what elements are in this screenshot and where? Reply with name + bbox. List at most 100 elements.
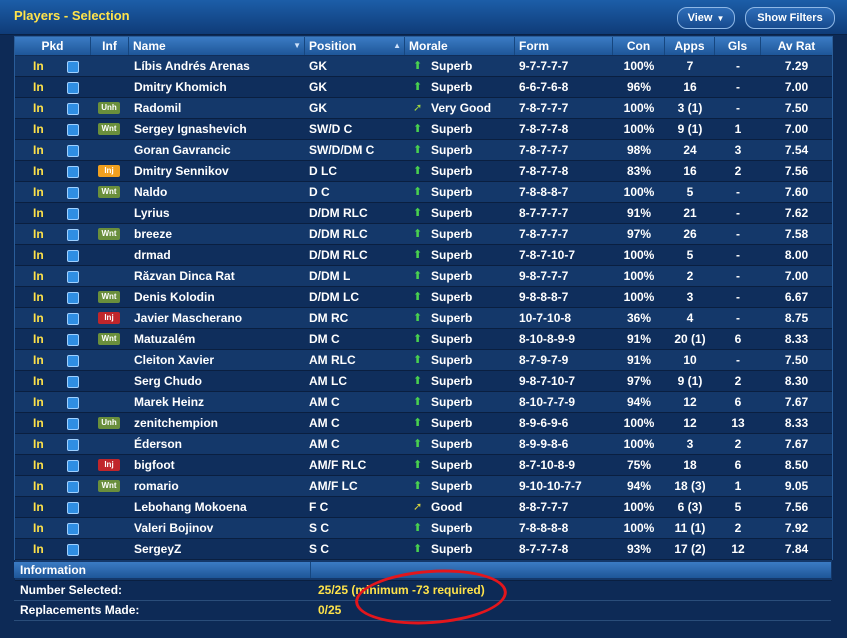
player-name[interactable]: Valeri Bojinov [134,518,213,538]
picked-status[interactable]: In [33,98,44,118]
selection-checkbox[interactable] [67,355,79,367]
picked-status[interactable]: In [33,518,44,538]
table-row[interactable]: In Líbis Andrés Arenas GK ⬆ Superb 9-7-7-7-7 1… [15,56,832,77]
table-row[interactable]: In Serg Chudo AM LC ⬆ Superb 9-8-7-10-7 97% 9 (… [15,371,832,392]
selection-checkbox[interactable] [67,61,79,73]
player-name[interactable]: Líbis Andrés Arenas [134,56,250,76]
table-row[interactable]: In Valeri Bojinov S C ⬆ Superb 7-8-8-8-8 100% 1… [15,518,832,539]
picked-status[interactable]: In [33,350,44,370]
view-button[interactable]: View ▼ [677,7,735,29]
player-name[interactable]: Lebohang Mokoena [134,497,247,517]
picked-status[interactable]: In [33,497,44,517]
picked-status[interactable]: In [33,245,44,265]
show-filters-button[interactable]: Show Filters [745,7,835,29]
selection-checkbox[interactable] [67,313,79,325]
player-name[interactable]: drmad [134,245,171,265]
selection-checkbox[interactable] [67,208,79,220]
picked-status[interactable]: In [33,287,44,307]
table-row[interactable]: In Inj Dmitry Sennikov D LC ⬆ Superb 7-8-7-7-8… [15,161,832,182]
picked-status[interactable]: In [33,266,44,286]
info-badge[interactable]: Inj [98,165,120,177]
col-apps[interactable]: Apps [665,37,715,55]
player-name[interactable]: bigfoot [134,455,175,475]
selection-checkbox[interactable] [67,124,79,136]
picked-status[interactable]: In [33,224,44,244]
table-row[interactable]: In Goran Gavrancic SW/D/DM C ⬆ Superb 7-8-7-7… [15,140,832,161]
selection-checkbox[interactable] [67,439,79,451]
table-row[interactable]: In Wnt Denis Kolodin D/DM LC ⬆ Superb 9-8-8-8-… [15,287,832,308]
picked-status[interactable]: In [33,308,44,328]
player-name[interactable]: Marek Heinz [134,392,204,412]
picked-status[interactable]: In [33,161,44,181]
table-row[interactable]: In Wnt Sergey Ignashevich SW/D C ⬆ Superb 7-8-… [15,119,832,140]
table-row[interactable]: In Unh Radomil GK ➚ Very Good 7-8-7-7-7 100% 3 (… [15,98,832,119]
player-name[interactable]: Serg Chudo [134,371,202,391]
col-inf[interactable]: Inf [91,37,129,55]
selection-checkbox[interactable] [67,481,79,493]
table-row[interactable]: In Dmitry Khomich GK ⬆ Superb 6-6-7-6-8 96% 16 -… [15,77,832,98]
table-row[interactable]: In Éderson AM C ⬆ Superb 8-9-9-8-6 100% 3 2 7.67 [15,434,832,455]
info-badge[interactable]: Inj [98,312,120,324]
table-row[interactable]: In SergeyZ S C ⬆ Superb 8-7-7-7-8 93% 17 (2) 12 7… [15,539,832,560]
picked-status[interactable]: In [33,539,44,559]
selection-checkbox[interactable] [67,145,79,157]
selection-checkbox[interactable] [67,82,79,94]
selection-checkbox[interactable] [67,166,79,178]
player-name[interactable]: zenitchempion [134,413,218,433]
player-name[interactable]: Dmitry Khomich [134,77,227,97]
selection-checkbox[interactable] [67,418,79,430]
info-badge[interactable]: Unh [98,102,120,114]
col-position[interactable]: Position ▲ [305,37,405,55]
player-name[interactable]: Răzvan Dinca Rat [134,266,235,286]
info-badge[interactable]: Wnt [98,333,120,345]
table-row[interactable]: In Wnt Naldo D C ⬆ Superb 7-8-8-8-7 100% 5 - 7.60 [15,182,832,203]
selection-checkbox[interactable] [67,523,79,535]
table-row[interactable]: In Marek Heinz AM C ⬆ Superb 8-10-7-7-9 94% 12 6… [15,392,832,413]
player-name[interactable]: romario [134,476,179,496]
table-row[interactable]: In drmad D/DM RLC ⬆ Superb 7-8-7-10-7 100% 5 - 8.… [15,245,832,266]
player-name[interactable]: breeze [134,224,172,244]
player-name[interactable]: Matuzalém [134,329,195,349]
picked-status[interactable]: In [33,140,44,160]
table-row[interactable]: In Wnt breeze D/DM RLC ⬆ Superb 7-8-7-7-7 97% 26… [15,224,832,245]
selection-checkbox[interactable] [67,187,79,199]
player-name[interactable]: Naldo [134,182,167,202]
table-row[interactable]: In Cleiton Xavier AM RLC ⬆ Superb 8-7-9-7-9 91… [15,350,832,371]
picked-status[interactable]: In [33,56,44,76]
selection-checkbox[interactable] [67,292,79,304]
info-badge[interactable]: Wnt [98,123,120,135]
selection-checkbox[interactable] [67,250,79,262]
selection-checkbox[interactable] [67,271,79,283]
info-badge[interactable]: Unh [98,417,120,429]
table-row[interactable]: In Lebohang Mokoena F C ➚ Good 8-8-7-7-7 100% 6… [15,497,832,518]
picked-status[interactable]: In [33,392,44,412]
col-form[interactable]: Form [515,37,613,55]
player-name[interactable]: Radomil [134,98,181,118]
picked-status[interactable]: In [33,371,44,391]
selection-checkbox[interactable] [67,334,79,346]
player-name[interactable]: Goran Gavrancic [134,140,231,160]
player-name[interactable]: Éderson [134,434,182,454]
player-name[interactable]: Cleiton Xavier [134,350,214,370]
table-row[interactable]: In Răzvan Dinca Rat D/DM L ⬆ Superb 9-8-7-7-7… [15,266,832,287]
picked-status[interactable]: In [33,413,44,433]
picked-status[interactable]: In [33,77,44,97]
player-name[interactable]: Dmitry Sennikov [134,161,229,181]
player-name[interactable]: SergeyZ [134,539,181,559]
player-name[interactable]: Lyrius [134,203,170,223]
picked-status[interactable]: In [33,434,44,454]
picked-status[interactable]: In [33,182,44,202]
selection-checkbox[interactable] [67,460,79,472]
player-name[interactable]: Denis Kolodin [134,287,215,307]
selection-checkbox[interactable] [67,544,79,556]
picked-status[interactable]: In [33,329,44,349]
info-badge[interactable]: Wnt [98,480,120,492]
col-pkd[interactable]: Pkd [15,37,91,55]
table-row[interactable]: In Unh zenitchempion AM C ⬆ Superb 8-9-6-9-6 10… [15,413,832,434]
table-row[interactable]: In Lyrius D/DM RLC ⬆ Superb 8-7-7-7-7 91% 21 - 7.… [15,203,832,224]
col-name[interactable]: Name ▼ [129,37,305,55]
info-badge[interactable]: Inj [98,459,120,471]
info-badge[interactable]: Wnt [98,186,120,198]
picked-status[interactable]: In [33,476,44,496]
info-badge[interactable]: Wnt [98,228,120,240]
